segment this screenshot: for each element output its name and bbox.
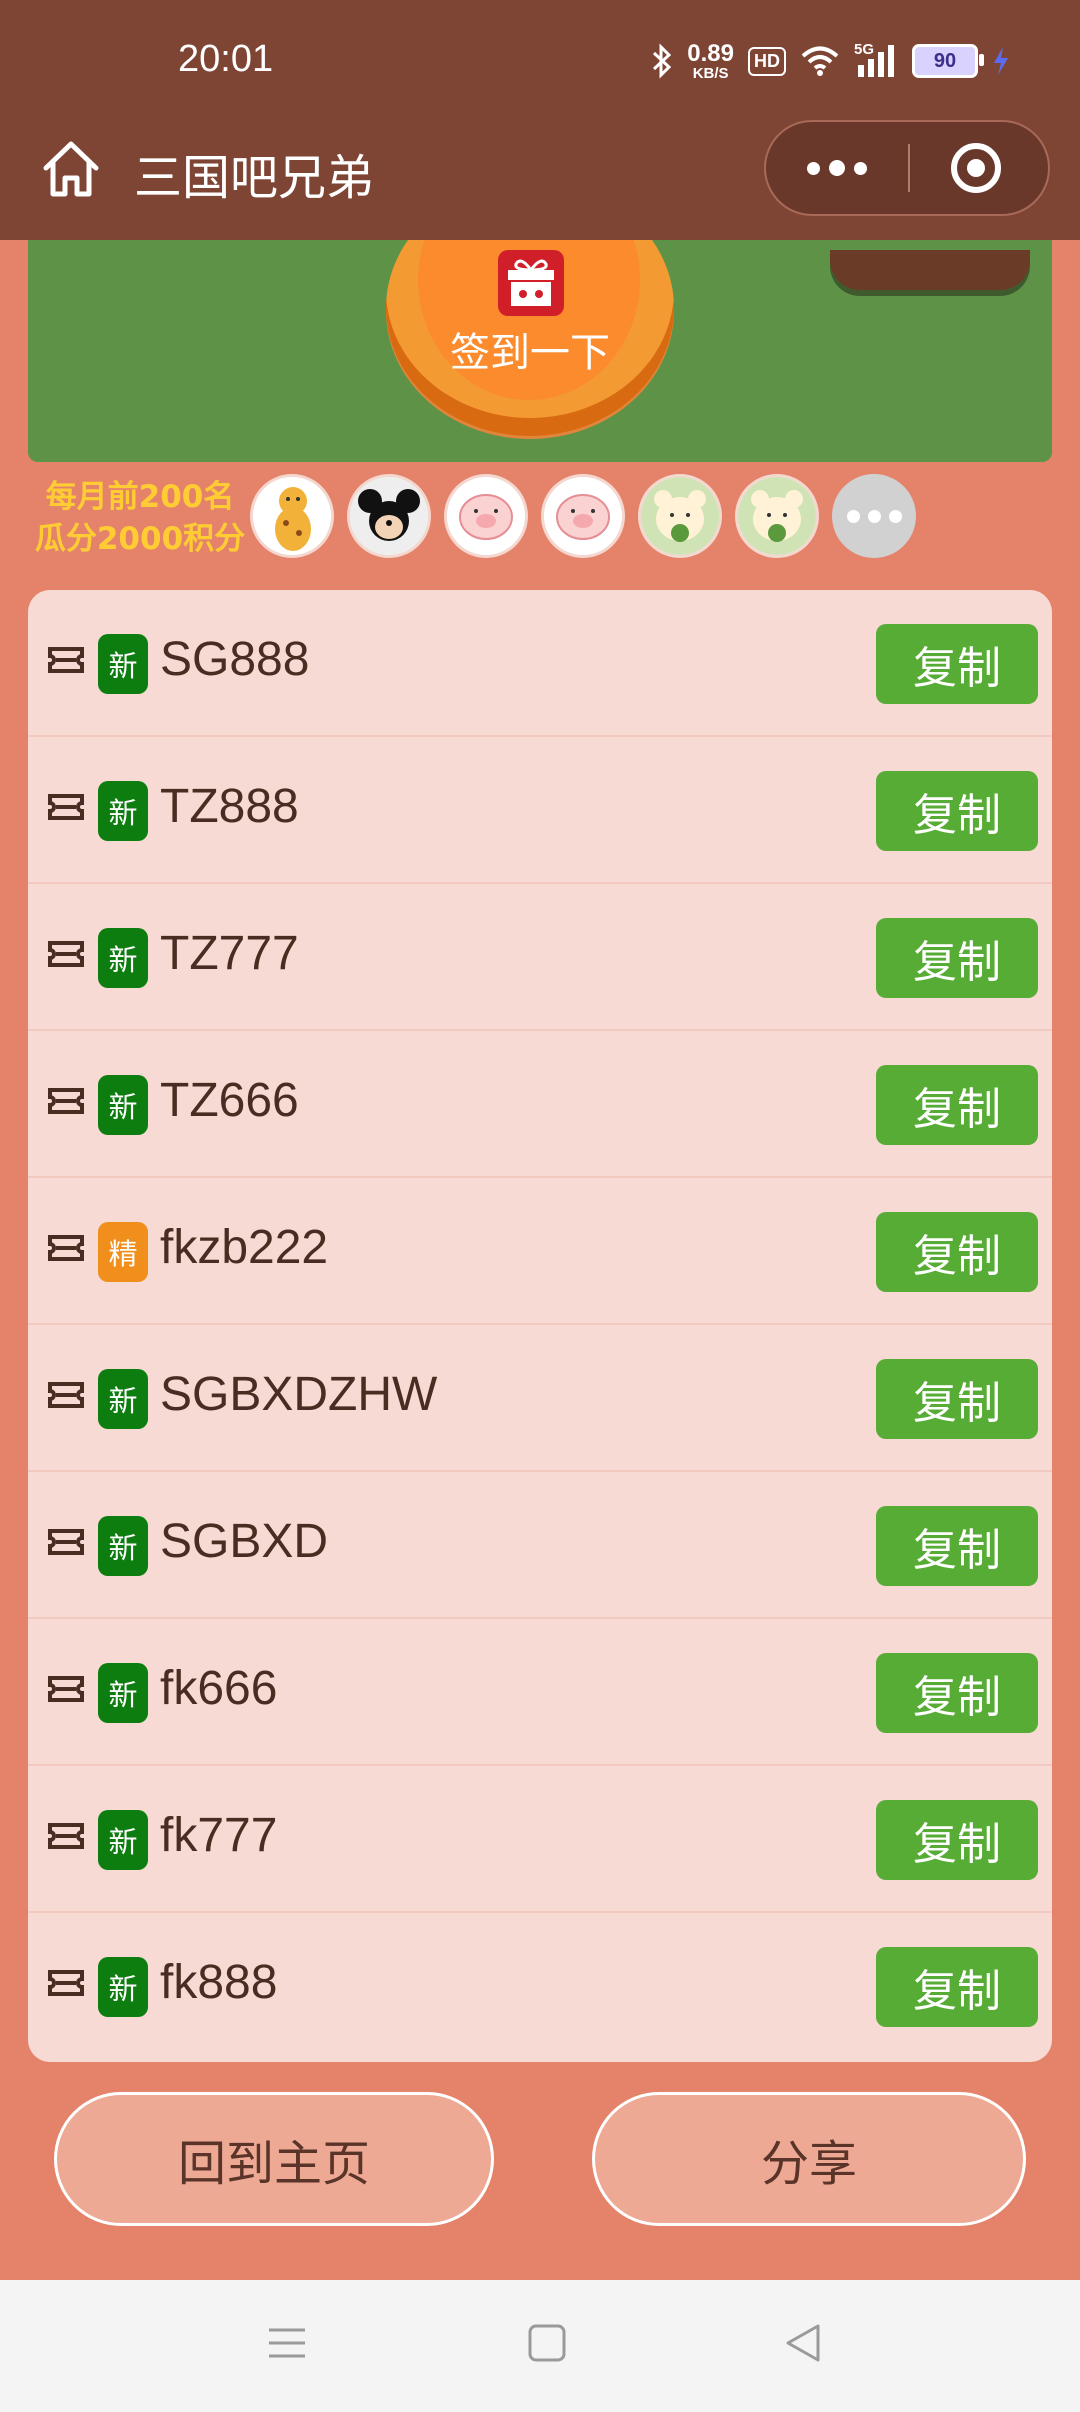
code-text: fk777 <box>160 1809 278 1862</box>
share-button[interactable]: 分享 <box>592 2092 1026 2226</box>
code-text: SGBXD <box>160 1515 329 1568</box>
code-text: fkzb222 <box>160 1221 329 1274</box>
list-item: 新 TZ666 复制 <box>28 1031 1052 1178</box>
banner-decoration <box>830 250 1030 290</box>
avatar-pig[interactable] <box>444 474 528 558</box>
copy-button[interactable]: 复制 <box>876 624 1038 704</box>
ranking-line-2: 瓜分2000积分 <box>34 521 246 557</box>
signin-label: 签到一下 <box>450 330 610 376</box>
top-bar: 20:01 0.89 KB/S HD 5G 90 三国吧兄弟 <box>0 0 1080 240</box>
copy-button[interactable]: 复制 <box>876 1800 1038 1880</box>
new-tag: 新 <box>98 928 148 988</box>
home-icon[interactable] <box>40 138 102 200</box>
bluetooth-icon <box>653 43 672 79</box>
close-miniprogram-icon[interactable] <box>948 140 1004 196</box>
gift-icon <box>498 250 564 316</box>
ticket-icon <box>48 1235 84 1261</box>
ticket-icon <box>48 1382 84 1408</box>
code-text: TZ777 <box>160 927 299 980</box>
ticket-icon <box>48 1823 84 1849</box>
more-dot-icon <box>888 509 902 523</box>
speed-value: 0.89 <box>687 39 734 67</box>
signal-icon: 5G <box>854 41 898 79</box>
copy-button[interactable]: 复制 <box>876 1947 1038 2027</box>
copy-button[interactable]: 复制 <box>876 1653 1038 1733</box>
code-text: TZ888 <box>160 780 299 833</box>
recent-apps-icon[interactable] <box>266 2322 308 2364</box>
ranking-text: 每月前200名 瓜分2000积分 <box>26 476 254 560</box>
capsule-divider <box>908 144 910 192</box>
code-text: fk888 <box>160 1956 278 2009</box>
featured-tag: 精 <box>98 1222 148 1282</box>
more-dot-icon <box>807 161 820 175</box>
copy-button[interactable]: 复制 <box>876 918 1038 998</box>
network-speed: 0.89 KB/S <box>687 39 734 82</box>
more-dot-icon <box>846 509 860 523</box>
back-to-home-button[interactable]: 回到主页 <box>54 2092 494 2226</box>
mini-program-capsule <box>764 120 1050 216</box>
list-item: 新 fk888 复制 <box>28 1913 1052 2060</box>
list-item: 新 fk777 复制 <box>28 1766 1052 1913</box>
avatar-mickey[interactable] <box>347 474 431 558</box>
status-icons: 0.89 KB/S HD 5G 90 <box>651 36 1010 86</box>
copy-button[interactable]: 复制 <box>876 1065 1038 1145</box>
home-nav-icon[interactable] <box>526 2322 568 2364</box>
new-tag: 新 <box>98 781 148 841</box>
ticket-icon <box>48 1529 84 1555</box>
ticket-icon <box>48 1088 84 1114</box>
ranking-avatars <box>250 474 916 558</box>
new-tag: 新 <box>98 1663 148 1723</box>
ticket-icon <box>48 1676 84 1702</box>
copy-button[interactable]: 复制 <box>876 1506 1038 1586</box>
avatar-bear[interactable] <box>638 474 722 558</box>
list-item: 新 SGBXD 复制 <box>28 1472 1052 1619</box>
wifi-icon <box>801 46 839 76</box>
ticket-icon <box>48 647 84 673</box>
copy-button[interactable]: 复制 <box>876 771 1038 851</box>
list-item: 新 SG888 复制 <box>28 590 1052 737</box>
new-tag: 新 <box>98 1957 148 2017</box>
system-nav-bar <box>0 2280 1080 2412</box>
list-item: 新 fk666 复制 <box>28 1619 1052 1766</box>
code-list: 新 SG888 复制 新 TZ888 复制 新 TZ777 复制 新 TZ666… <box>28 590 1052 2062</box>
new-tag: 新 <box>98 1810 148 1870</box>
page-title: 三国吧兄弟 <box>134 150 375 206</box>
status-time: 20:01 <box>178 38 274 80</box>
new-tag: 新 <box>98 1369 148 1429</box>
copy-button[interactable]: 复制 <box>876 1212 1038 1292</box>
list-item: 新 SGBXDZHW 复制 <box>28 1325 1052 1472</box>
avatar-pig[interactable] <box>541 474 625 558</box>
copy-button[interactable]: 复制 <box>876 1359 1038 1439</box>
charging-icon <box>994 47 1008 75</box>
more-dot-icon <box>829 160 845 176</box>
list-item: 新 TZ777 复制 <box>28 884 1052 1031</box>
battery-icon: 90 <box>912 44 984 78</box>
code-text: SGBXDZHW <box>160 1368 438 1421</box>
avatar-bear[interactable] <box>735 474 819 558</box>
code-text: TZ666 <box>160 1074 299 1127</box>
code-text: fk666 <box>160 1662 278 1715</box>
new-tag: 新 <box>98 1075 148 1135</box>
avatar-giraffe[interactable] <box>250 474 334 558</box>
new-tag: 新 <box>98 1516 148 1576</box>
ticket-icon <box>48 1970 84 1996</box>
code-text: SG888 <box>160 633 310 686</box>
list-item: 精 fkzb222 复制 <box>28 1178 1052 1325</box>
list-item: 新 TZ888 复制 <box>28 737 1052 884</box>
more-dot-icon <box>867 509 881 523</box>
ticket-icon <box>48 941 84 967</box>
ranking-line-1: 每月前200名 <box>45 479 235 515</box>
hd-badge: HD <box>748 46 786 76</box>
ticket-icon <box>48 794 84 820</box>
back-icon[interactable] <box>782 2322 824 2364</box>
speed-unit: KB/S <box>692 64 729 82</box>
more-dot-icon <box>854 161 867 175</box>
more-options-button[interactable] <box>766 122 908 214</box>
more-avatars-button[interactable] <box>832 474 916 558</box>
new-tag: 新 <box>98 634 148 694</box>
